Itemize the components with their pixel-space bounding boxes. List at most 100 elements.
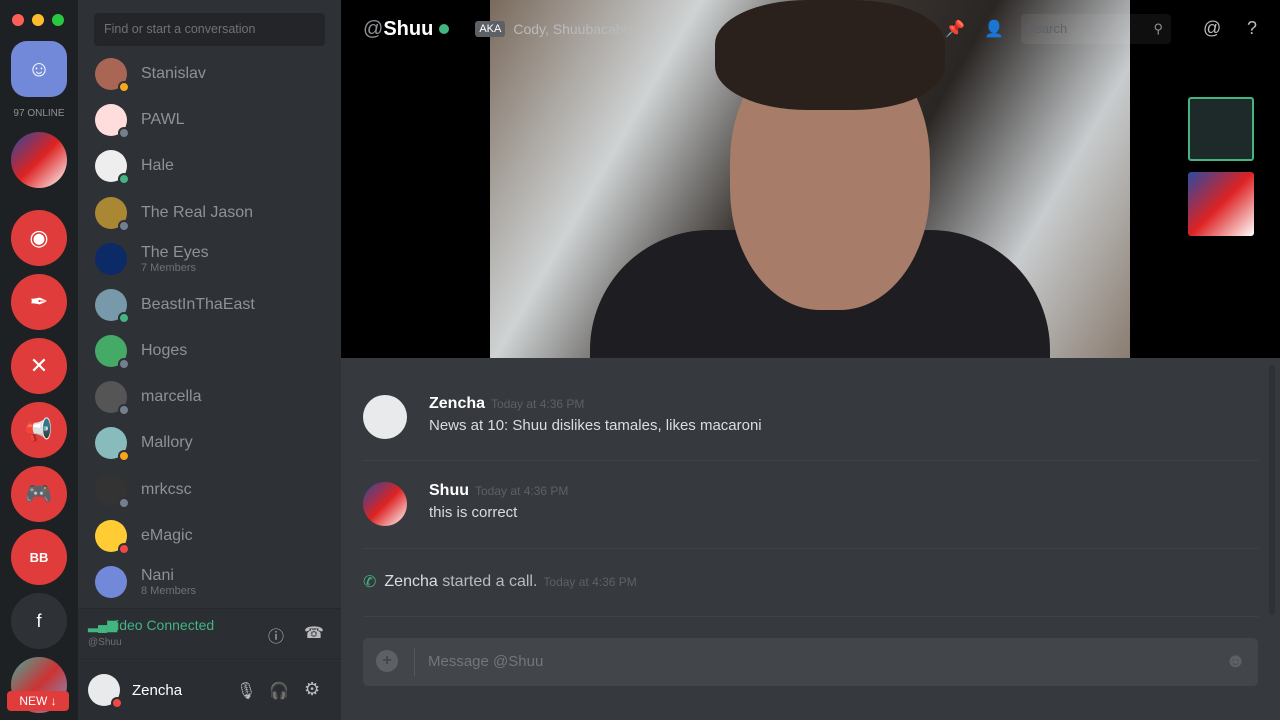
megaphone-icon: 📢 <box>25 417 53 442</box>
dm-item[interactable]: Hoges <box>95 331 187 371</box>
mention-icon[interactable]: @ <box>1203 18 1221 39</box>
dm-name: The Eyes <box>141 244 209 261</box>
window-controls <box>12 14 64 26</box>
status-dot <box>118 543 130 555</box>
server-megaphone[interactable]: 📢 <box>11 402 67 458</box>
emoji-icon[interactable]: ☻ <box>1225 650 1246 673</box>
voice-status-panel: ▂▄▆ Video Connected @Shuu ⓘ ☎ <box>78 608 341 660</box>
member-count: 7 Members <box>141 262 197 274</box>
divider <box>363 460 1258 461</box>
scrollbar[interactable] <box>1269 365 1275 615</box>
dm-item[interactable]: BeastInThaEast <box>95 285 255 325</box>
avatar <box>95 197 130 232</box>
help-icon[interactable]: ? <box>1247 18 1257 39</box>
new-unread-badge[interactable]: NEW ↓ <box>7 691 69 711</box>
settings-gear-icon[interactable]: ⚙ <box>304 679 320 700</box>
dm-item[interactable]: Mallory <box>95 423 193 463</box>
server-f[interactable]: f <box>11 593 67 649</box>
info-icon[interactable]: ⓘ <box>268 623 284 647</box>
dm-name: Nani <box>141 567 174 584</box>
server-truck[interactable]: BB <box>11 529 67 585</box>
dm-name: mrkcsc <box>141 481 192 498</box>
avatar[interactable] <box>363 482 407 526</box>
server-discord[interactable]: ◉ <box>11 210 67 266</box>
friends-icon: ☺ <box>27 56 51 81</box>
message-author[interactable]: Shuu <box>429 482 469 499</box>
timestamp: Today at 4:36 PM <box>475 484 569 498</box>
avatar[interactable] <box>363 395 407 439</box>
minimize-window-button[interactable] <box>32 14 44 26</box>
avatar <box>95 58 130 93</box>
voice-status[interactable]: Video Connected <box>107 617 214 633</box>
video-thumbnail-zencha[interactable] <box>1188 97 1254 161</box>
dm-name: marcella <box>141 388 202 405</box>
dm-name: Mallory <box>141 434 193 451</box>
status-dot <box>118 450 130 462</box>
dm-item[interactable]: Nani 8 Members <box>95 562 196 602</box>
user-panel: Zencha 🎙 🎧 ⚙ <box>78 661 341 720</box>
video-call-area: @ Shuu AKA Cody, Shuubacabra 📌 👤 Search … <box>341 0 1280 358</box>
dm-item[interactable]: PAWL <box>95 100 185 140</box>
message-composer[interactable]: + Message @Shuu ☻ <box>363 638 1258 686</box>
search-input[interactable]: Search ⚲ <box>1021 14 1171 44</box>
message-text: this is correct <box>429 504 518 521</box>
avatar <box>95 474 130 509</box>
online-count: 97 ONLINE <box>13 108 65 119</box>
message-author[interactable]: Zencha <box>429 395 485 412</box>
status-dot <box>118 173 130 185</box>
friends-button[interactable]: ☺ <box>11 41 67 97</box>
divider <box>414 648 415 676</box>
server-icon[interactable] <box>11 132 67 188</box>
message: Shuu Today at 4:36 PM this is correct <box>363 482 568 526</box>
add-friend-icon[interactable]: 👤 <box>984 19 1004 39</box>
upload-plus-icon[interactable]: + <box>376 650 398 672</box>
truck-icon: BB <box>29 549 49 565</box>
dm-name: Hoges <box>141 342 188 359</box>
status-dot <box>118 312 130 324</box>
dm-item[interactable]: mrkcsc <box>95 470 192 510</box>
server-gamepad[interactable]: 🎮 <box>11 466 67 522</box>
pin-icon[interactable]: 📌 <box>945 19 965 39</box>
dm-search-input[interactable]: Find or start a conversation <box>94 13 325 46</box>
main-panel: @ Shuu AKA Cody, Shuubacabra 📌 👤 Search … <box>341 0 1280 720</box>
dm-item[interactable]: The Eyes 7 Members <box>95 239 209 279</box>
message: Zencha Today at 4:36 PM News at 10: Shuu … <box>363 395 762 439</box>
message-author[interactable]: Zencha <box>384 573 437 591</box>
avatar <box>95 381 130 416</box>
avatar[interactable] <box>88 674 123 709</box>
status-dot <box>118 358 130 370</box>
dm-item[interactable]: Hale <box>95 146 174 186</box>
maximize-window-button[interactable] <box>52 14 64 26</box>
dm-item[interactable]: eMagic <box>95 516 193 556</box>
system-message: ✆ Zencha started a call. Today at 4:36 P… <box>363 573 637 591</box>
dm-sidebar: Find or start a conversation Stanislav PA… <box>78 0 341 720</box>
voice-channel: @Shuu <box>88 637 122 648</box>
status-dot <box>118 81 130 93</box>
divider <box>363 616 1258 617</box>
dm-name: BeastInThaEast <box>141 296 255 313</box>
dm-name: PAWL <box>141 111 185 128</box>
dm-name: Stanislav <box>141 65 206 82</box>
divider <box>363 548 1258 549</box>
microphone-icon[interactable]: 🎙 <box>236 681 256 701</box>
timestamp: Today at 4:36 PM <box>491 397 585 411</box>
server-tools[interactable]: ✕ <box>11 338 67 394</box>
gamepad-icon: 🎮 <box>25 481 53 506</box>
message-input[interactable]: Message @Shuu <box>428 653 543 670</box>
avatar <box>95 566 127 598</box>
disconnect-icon[interactable]: ☎ <box>304 623 324 643</box>
headphones-icon[interactable]: 🎧 <box>269 681 289 701</box>
avatar <box>95 150 130 185</box>
server-pen[interactable]: ✒ <box>11 274 67 330</box>
video-thumbnail-shuu[interactable] <box>1188 172 1254 236</box>
dm-name: Hale <box>141 157 174 174</box>
dm-item[interactable]: marcella <box>95 377 201 417</box>
close-window-button[interactable] <box>12 14 24 26</box>
timestamp: Today at 4:36 PM <box>543 575 637 589</box>
channel-name: Shuu <box>383 17 434 40</box>
status-dot <box>118 127 130 139</box>
dm-item[interactable]: Stanislav <box>95 54 206 94</box>
dm-name: The Real Jason <box>141 204 254 221</box>
dm-item[interactable]: The Real Jason <box>95 193 253 233</box>
tools-icon: ✕ <box>29 353 49 378</box>
